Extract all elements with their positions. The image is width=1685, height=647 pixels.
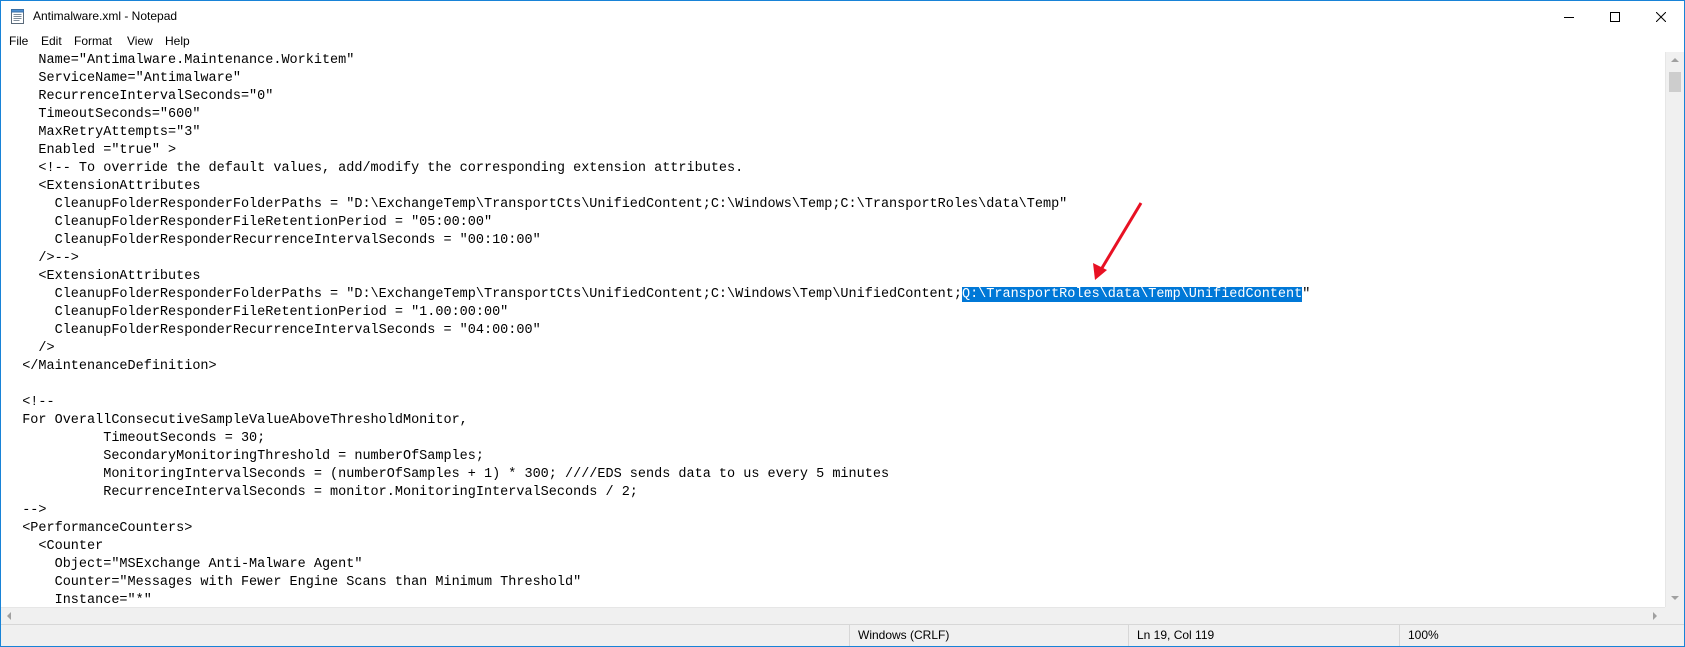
minimize-icon (1564, 16, 1574, 18)
title-bar[interactable]: Antimalware.xml - Notepad (1, 1, 1684, 32)
close-button[interactable] (1638, 1, 1684, 32)
notepad-window: Antimalware.xml - Notepad File Edit Form… (0, 0, 1685, 647)
editor-content[interactable]: Name="Antimalware.Maintenance.Workitem" … (6, 52, 1310, 607)
notepad-icon (11, 9, 24, 24)
maximize-button[interactable] (1592, 1, 1638, 32)
menu-file[interactable]: File (7, 34, 30, 48)
window-title: Antimalware.xml - Notepad (33, 9, 178, 23)
menu-view[interactable]: View (125, 34, 155, 48)
status-line-ending: Windows (CRLF) (849, 625, 1135, 646)
maximize-icon (1610, 11, 1620, 22)
horizontal-scrollbar[interactable] (1, 607, 1665, 624)
status-zoom: 100% (1399, 625, 1684, 646)
status-bar: Windows (CRLF) Ln 19, Col 119 100% (1, 624, 1684, 646)
menu-format[interactable]: Format (72, 34, 114, 48)
close-icon (1656, 11, 1666, 22)
scroll-down-icon[interactable] (1671, 595, 1679, 601)
line-prefix: CleanupFolderResponderFolderPaths = "D:\… (6, 287, 962, 302)
text-selection[interactable]: Q:\TransportRoles\data\Temp\UnifiedConte… (961, 287, 1303, 302)
menu-bar: File Edit Format View Help (1, 32, 1684, 52)
menu-edit[interactable]: Edit (39, 34, 64, 48)
line-suffix: " (1302, 287, 1311, 302)
highlight-line: CleanupFolderResponderFolderPaths = "D:\… (6, 287, 1310, 302)
menu-help[interactable]: Help (163, 34, 192, 48)
minimize-button[interactable] (1546, 1, 1592, 32)
scroll-up-icon[interactable] (1671, 57, 1679, 63)
scrollbar-corner (1665, 607, 1684, 624)
scroll-left-icon[interactable] (6, 612, 12, 620)
vertical-scrollbar[interactable] (1665, 52, 1684, 607)
scroll-right-icon[interactable] (1652, 612, 1658, 620)
lines-after: CleanupFolderResponderFileRetentionPerio… (22, 305, 890, 607)
lines-before: Name="Antimalware.Maintenance.Workitem" … (38, 53, 1068, 284)
text-editor[interactable]: Name="Antimalware.Maintenance.Workitem" … (1, 52, 1665, 607)
status-cursor-position: Ln 19, Col 119 (1128, 625, 1406, 646)
vertical-scroll-thumb[interactable] (1669, 72, 1681, 92)
